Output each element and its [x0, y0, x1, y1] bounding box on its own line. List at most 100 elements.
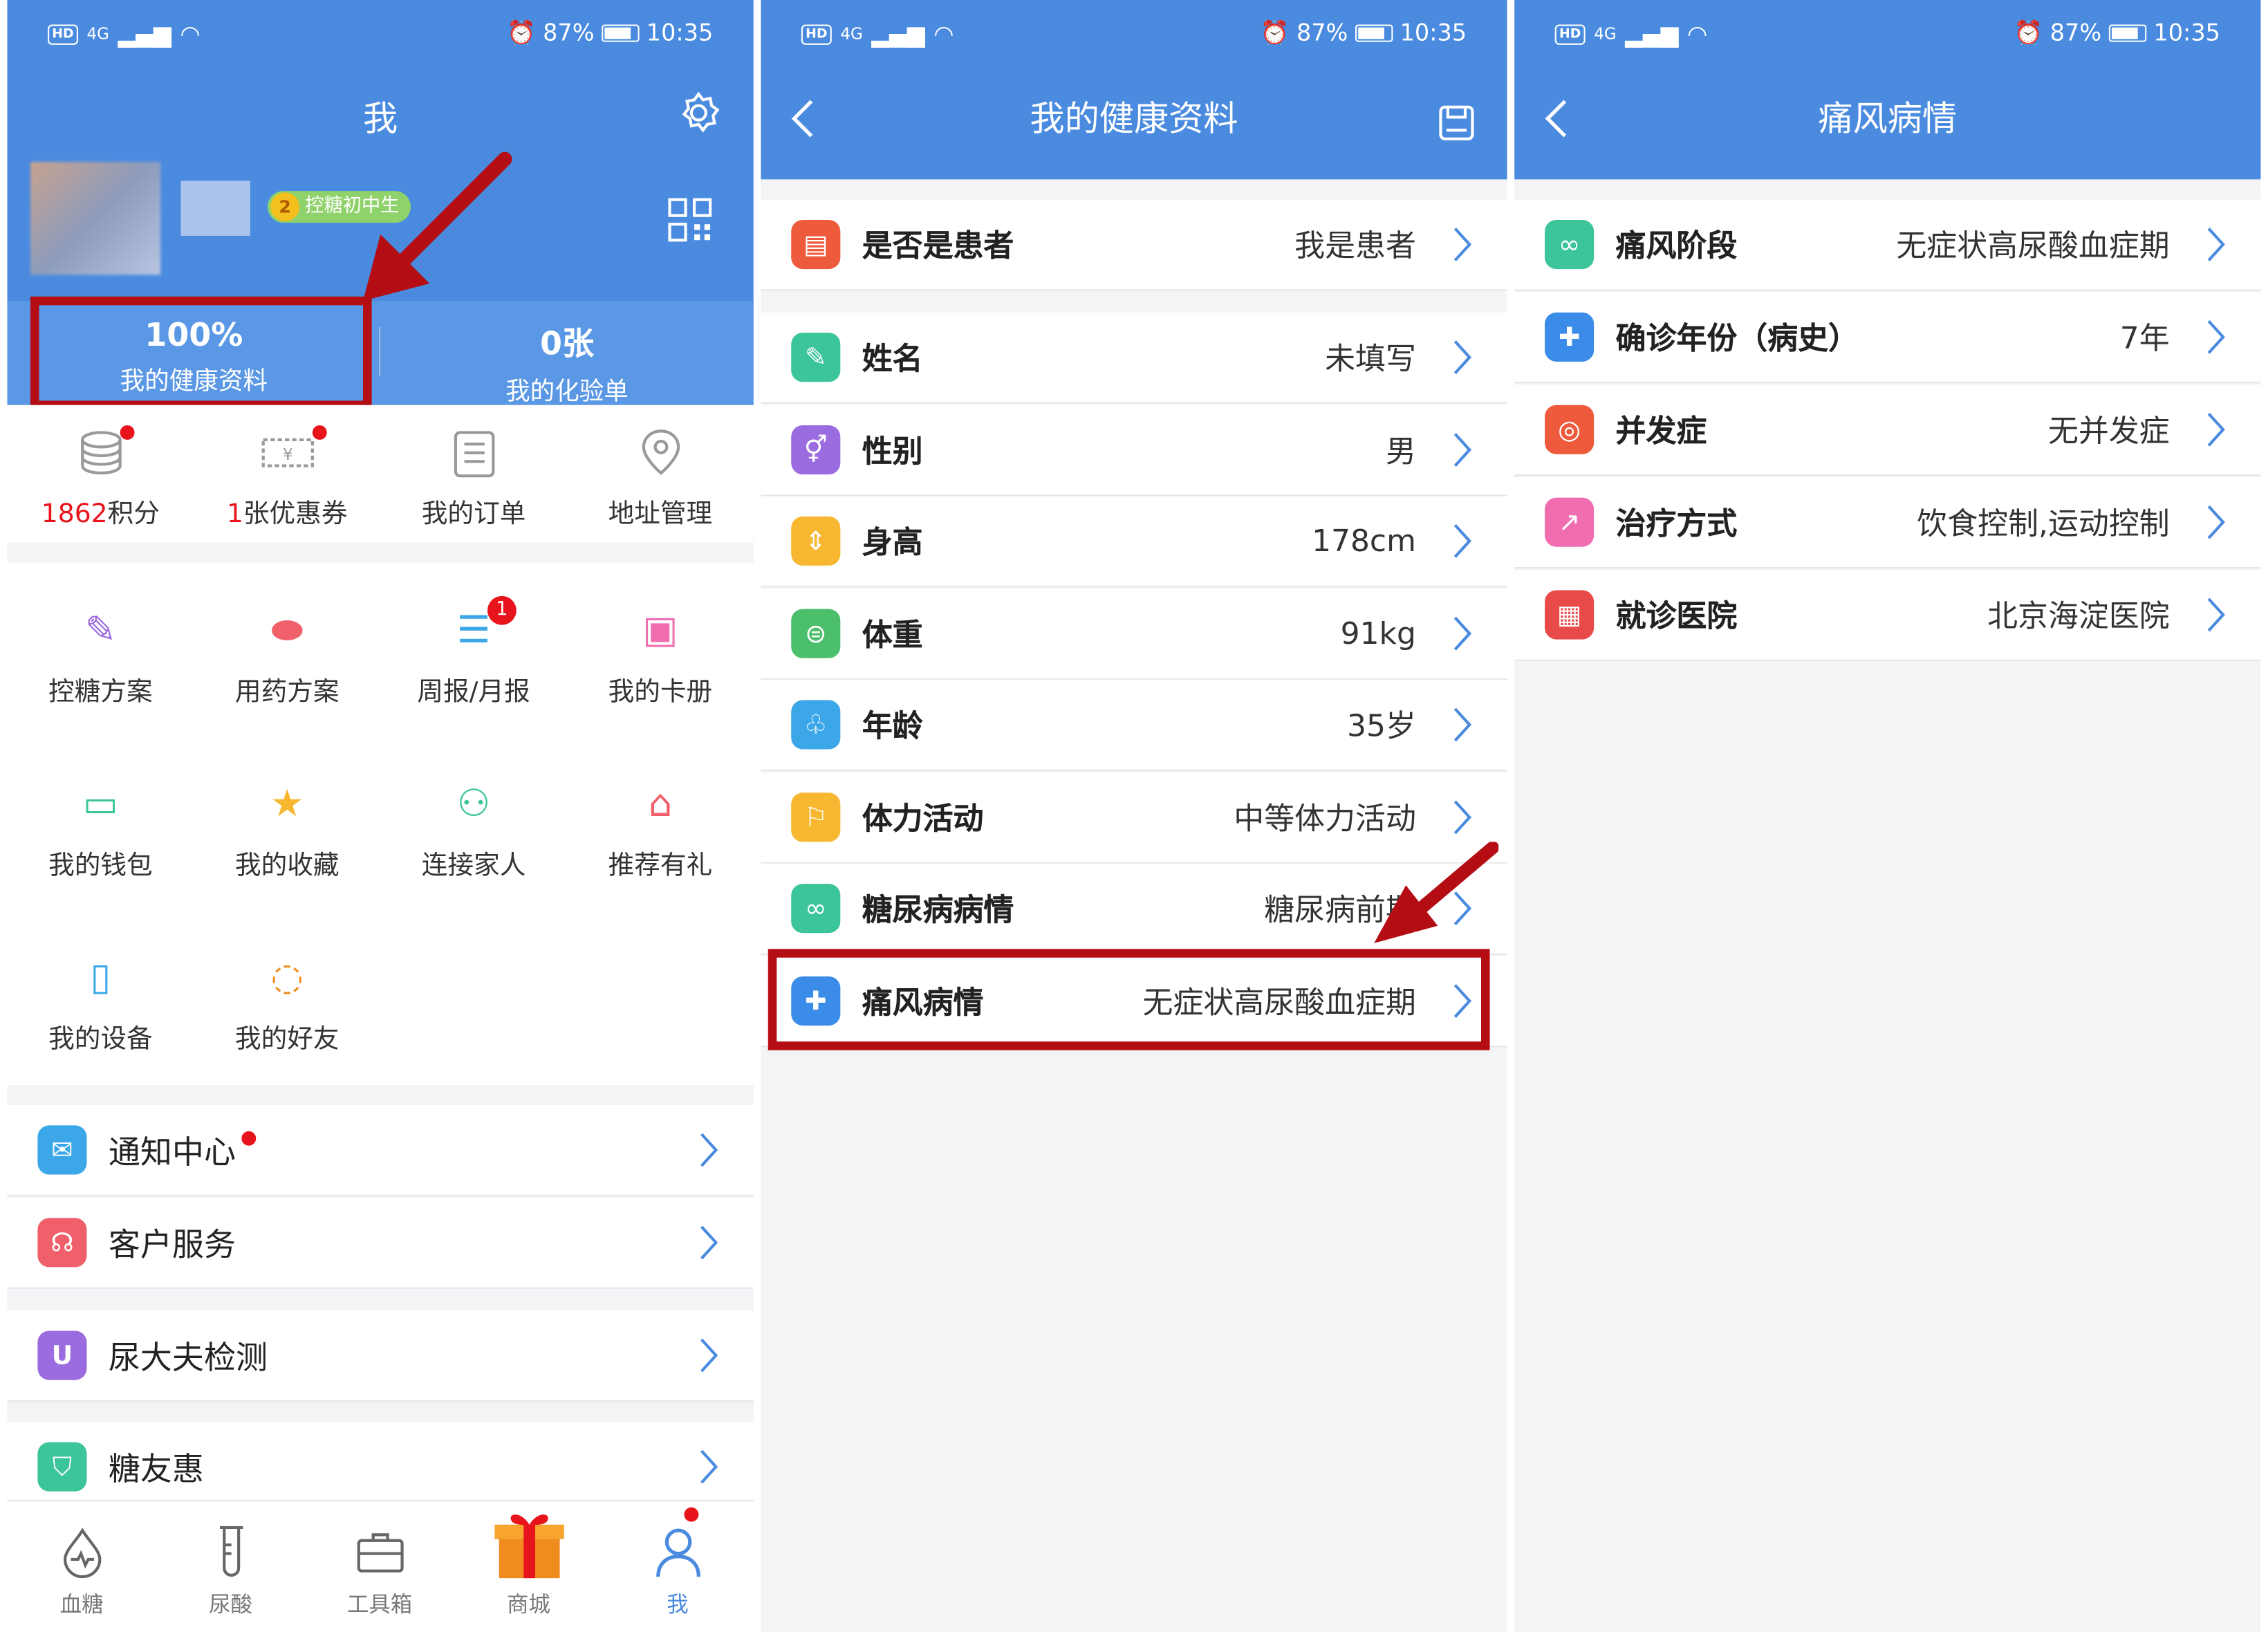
alarm-icon: ⏰ [506, 19, 536, 46]
list-item-label: 尿大夫检测 [108, 1341, 268, 1378]
grid-item-1[interactable]: ⬬ 用药方案 [194, 602, 380, 709]
status-bar: HD 4G ▂▄▆ ◠ ⏰ 87% 10:35 [761, 0, 1507, 66]
hd-badge: HD [1554, 24, 1586, 44]
grid-item-8[interactable]: ▯ 我的设备 [7, 949, 194, 1056]
grid-item-2[interactable]: ☰ 周报/月报 1 [380, 595, 567, 709]
grid-item-7[interactable]: ⌂ 推荐有礼 [567, 775, 754, 882]
lab-report-stat[interactable]: 0张 我的化验单 [380, 301, 754, 407]
address-item[interactable]: 地址管理 [567, 424, 754, 531]
test-tube-icon [156, 1516, 305, 1588]
health-row-1[interactable]: ✎ 姓名 未填写 [761, 312, 1507, 404]
list-item-notifications[interactable]: ✉ 通知中心 [7, 1105, 754, 1196]
row-value: 35岁 [1347, 708, 1416, 744]
pill-icon: ⬬ [270, 608, 304, 652]
orders-label: 我的订单 [421, 499, 526, 530]
health-row-4[interactable]: ⊜ 体重 91kg [761, 588, 1507, 680]
gout-row-0[interactable]: ∞ 痛风阶段 无症状高尿酸血症期 [1514, 199, 2261, 291]
row-label: 是否是患者 [862, 228, 1014, 263]
hospital-icon: ▦ [1545, 590, 1595, 640]
cards-icon: ▣ [642, 609, 678, 653]
list-item-label: 糖友惠 [108, 1452, 204, 1489]
grid-item-label: 我的设备 [48, 1023, 153, 1055]
tab-blood-sugar[interactable]: 血糖 [7, 1516, 156, 1619]
headset-icon: ☊ [37, 1218, 87, 1268]
star-icon: ★ [270, 782, 304, 826]
grid-item-label: 用药方案 [234, 676, 340, 707]
grid-item-0[interactable]: ✎ 控糖方案 [7, 602, 194, 709]
wifi-icon: ◠ [933, 20, 954, 48]
row-label: 痛风阶段 [1615, 228, 1738, 263]
signal-text: 4G [840, 24, 863, 44]
hd-badge: HD [801, 24, 832, 44]
tab-uric-acid[interactable]: 尿酸 [156, 1516, 305, 1619]
signal-text: 4G [1594, 24, 1617, 44]
qr-code-icon[interactable] [667, 196, 713, 243]
bottom-tab-bar: 血糖 尿酸 工具箱 商城 我 [7, 1500, 754, 1632]
notification-dot [241, 1131, 257, 1146]
tab-me[interactable]: 我 [603, 1507, 752, 1619]
orders-item[interactable]: 我的订单 [380, 424, 567, 531]
notification-dot [120, 425, 135, 440]
chevron-right-icon [2207, 412, 2225, 447]
gout-row-3[interactable]: ↗ 治疗方式 饮食控制,运动控制 [1514, 477, 2261, 569]
chevron-right-icon [2207, 505, 2225, 539]
page-title: 我的健康资料 [1030, 98, 1238, 139]
health-row-0[interactable]: ▤ 是否是患者 我是患者 [761, 199, 1507, 291]
coupon-item[interactable]: ¥ 1张优惠券 [194, 424, 380, 531]
edit-icon: ✎ [791, 333, 841, 382]
gout-row-1[interactable]: ✚ 确诊年份（病史） 7年 [1514, 292, 2261, 384]
grid-item-3[interactable]: ▣ 我的卡册 [567, 602, 754, 709]
signal-text: 4G [86, 24, 110, 44]
list-item-customer-service[interactable]: ☊ 客户服务 [7, 1198, 754, 1289]
bag-icon: ⛉ [37, 1442, 87, 1492]
gout-row-2[interactable]: ◎ 并发症 无并发症 [1514, 384, 2261, 476]
signal-icon: ▂▄▆ [1625, 20, 1679, 48]
tab-label: 工具箱 [346, 1591, 413, 1617]
lab-report-value: 0张 [539, 326, 595, 364]
grid-item-4[interactable]: ▭ 我的钱包 [7, 775, 194, 882]
location-icon [631, 424, 689, 482]
gift-icon: ⌂ [648, 782, 673, 826]
chevron-right-icon [700, 1338, 718, 1373]
grid-item-6[interactable]: ⚇ 连接家人 [380, 775, 567, 882]
signal-icon: ▂▄▆ [871, 20, 925, 48]
count-badge: 1 [487, 595, 517, 625]
health-row-3[interactable]: ⇕ 身高 178cm [761, 496, 1507, 588]
grid-item-9[interactable]: ◌ 我的好友 [194, 949, 380, 1056]
tab-toolbox[interactable]: 工具箱 [305, 1516, 454, 1619]
grid-item-5[interactable]: ★ 我的收藏 [194, 775, 380, 882]
points-item[interactable]: 1862积分 [7, 424, 194, 531]
address-label: 地址管理 [608, 499, 713, 530]
grid-item-label: 我的钱包 [48, 850, 153, 881]
gout-condition-screen: HD 4G ▂▄▆ ◠ ⏰ 87% 10:35 痛风病情 ∞ 痛风阶段 无症状高尿酸血症期 ✚ 确… [1514, 0, 2261, 1632]
chevron-right-icon [1453, 616, 1472, 651]
list-item-label: 客户服务 [108, 1227, 236, 1265]
health-row-2[interactable]: ⚥ 性别 男 [761, 405, 1507, 497]
row-value: 91kg [1340, 616, 1416, 651]
chevron-right-icon [1453, 433, 1472, 467]
grid-item-label: 控糖方案 [48, 676, 153, 707]
battery-percent: 87% [2049, 19, 2102, 46]
grid-item-label: 我的收藏 [234, 850, 340, 881]
health-row-5[interactable]: ♧ 年龄 35岁 [761, 680, 1507, 771]
lab-report-label: 我的化验单 [505, 377, 629, 407]
row-label: 年龄 [862, 708, 923, 744]
run-icon: ⚐ [791, 792, 841, 842]
list-item-urine-test[interactable]: U 尿大夫检测 [7, 1310, 754, 1402]
notification-dot [684, 1507, 699, 1522]
tab-mall[interactable]: 商城 [454, 1501, 603, 1618]
gear-icon[interactable] [676, 90, 722, 136]
chevron-right-icon [1453, 523, 1472, 558]
svg-text:¥: ¥ [282, 446, 292, 464]
chevron-right-icon [700, 1133, 718, 1167]
tree-icon: ♧ [791, 700, 841, 750]
save-icon[interactable] [1438, 104, 1475, 142]
alarm-icon: ⏰ [2014, 19, 2043, 46]
row-value: 中等体力活动 [1234, 801, 1416, 837]
medal-icon: 2 [270, 192, 300, 222]
gout-row-4[interactable]: ▦ 就诊医院 北京海淀医院 [1514, 570, 2261, 661]
battery-percent: 87% [1296, 19, 1348, 46]
scale-icon: ⊜ [791, 609, 841, 658]
avatar[interactable] [30, 162, 161, 275]
coupon-label: 张优惠券 [243, 499, 348, 530]
